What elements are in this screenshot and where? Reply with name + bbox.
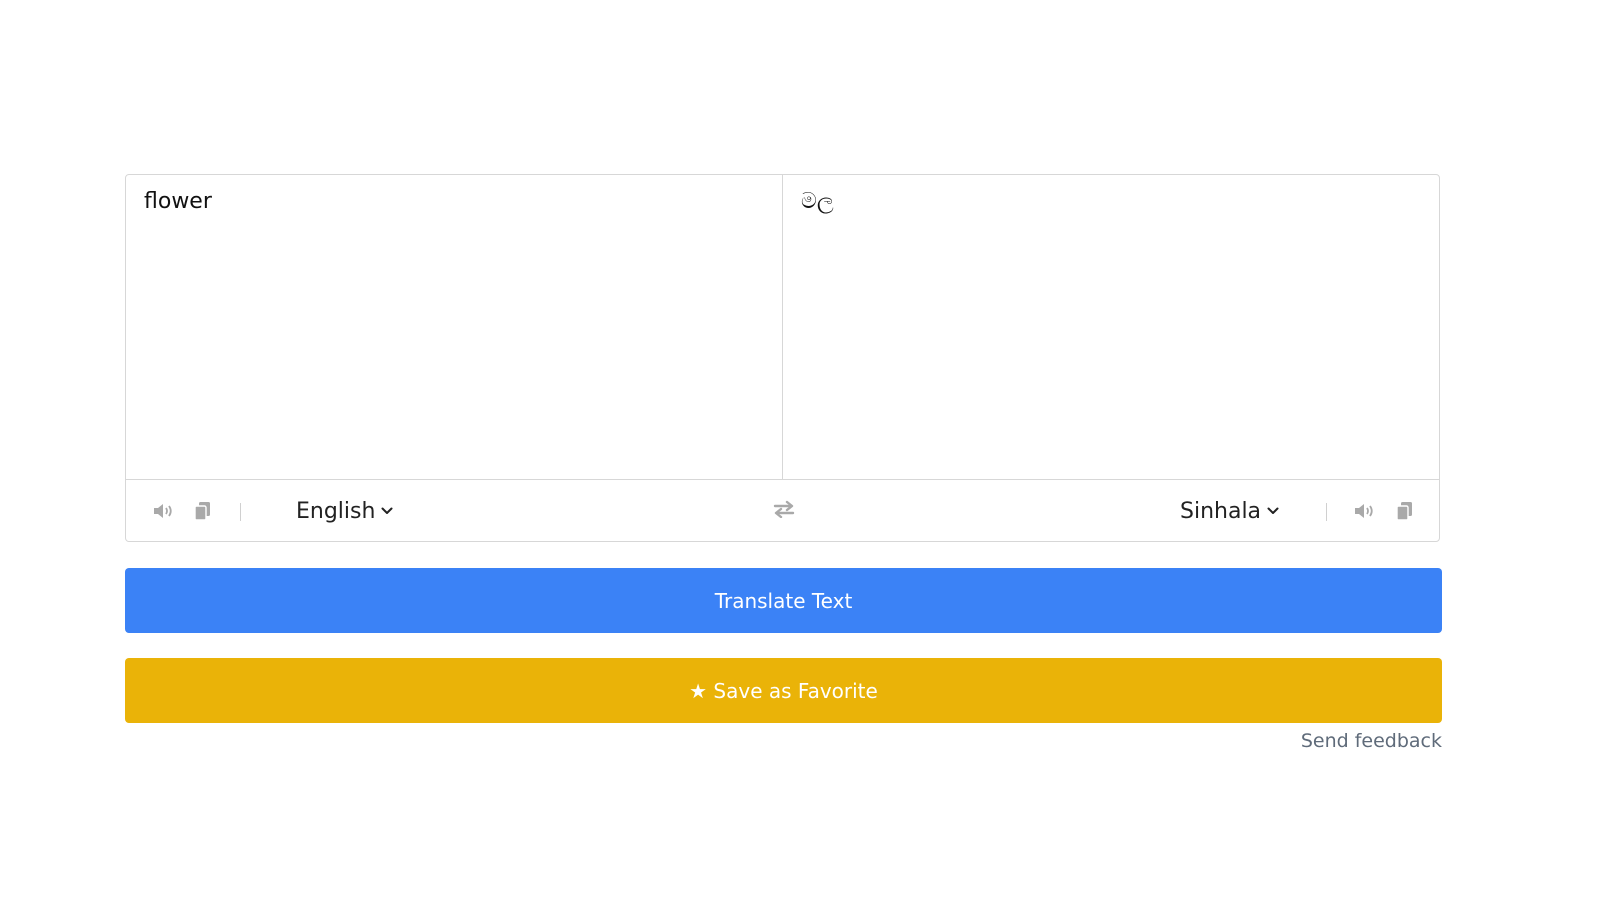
- language-toolbar: English Sinhala: [126, 480, 1439, 542]
- send-feedback-link[interactable]: Send feedback: [1301, 730, 1442, 752]
- swap-languages-button[interactable]: [772, 500, 796, 522]
- target-language-label: Sinhala: [1180, 498, 1262, 524]
- source-copy-icon[interactable]: [191, 501, 215, 521]
- target-toolbar-divider: [1326, 503, 1327, 521]
- swap-arrows-icon: [773, 500, 795, 522]
- target-speaker-icon[interactable]: [1353, 501, 1377, 521]
- translation-panes: flower මල: [126, 175, 1439, 480]
- translated-text-output: මල: [801, 189, 834, 214]
- source-speaker-icon[interactable]: [152, 501, 176, 521]
- save-favorite-button[interactable]: ★ Save as Favorite: [125, 658, 1442, 723]
- translate-button[interactable]: Translate Text: [125, 568, 1442, 633]
- source-toolbar-divider: [240, 503, 241, 521]
- source-language-select[interactable]: English: [296, 496, 393, 526]
- source-pane: flower: [126, 175, 783, 479]
- target-language-select[interactable]: Sinhala: [1180, 496, 1279, 526]
- chevron-down-icon: [1267, 507, 1279, 515]
- translator-card: flower මල English Sinhala: [125, 174, 1440, 542]
- source-text-input[interactable]: flower: [144, 187, 764, 467]
- target-pane: මල: [783, 175, 1439, 479]
- translator-page: flower මල English Sinhala Translate Text…: [0, 0, 1607, 904]
- source-language-label: English: [296, 498, 376, 524]
- chevron-down-icon: [381, 507, 393, 515]
- target-copy-icon[interactable]: [1393, 501, 1417, 521]
